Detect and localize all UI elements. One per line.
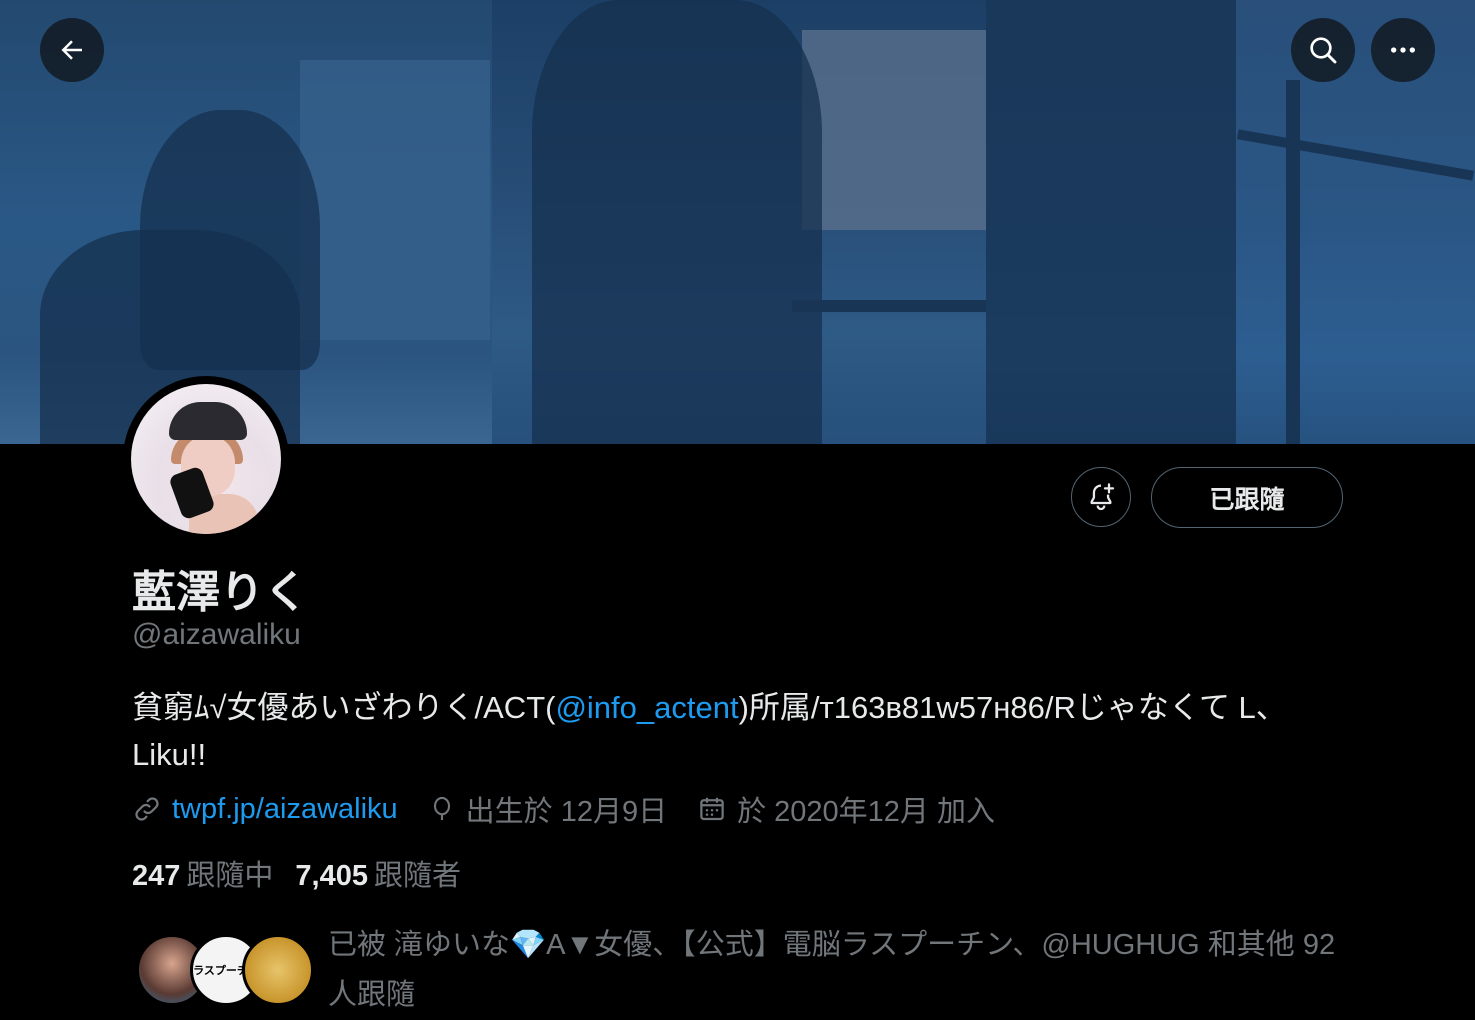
link-icon <box>135 797 159 821</box>
bio-mention-link[interactable]: @info_actent <box>555 690 738 725</box>
bell-plus-icon <box>1090 483 1115 511</box>
birthday-item: 出生於 12月9日 <box>428 788 667 830</box>
following-stat[interactable]: 247 跟隨中 <box>132 852 273 894</box>
following-count: 247 <box>132 860 181 892</box>
calendar-icon <box>700 797 724 821</box>
followers-you-know-text: 已被 滝ゆいな💎A▼女優、【公式】電脳ラスプーチン、@HUGHUG 和其他 92… <box>328 929 1336 1011</box>
search-button[interactable] <box>1291 18 1355 82</box>
more-horizontal-icon <box>1391 47 1415 53</box>
following-button[interactable]: 已跟隨 <box>1151 467 1343 528</box>
birthday-text: 出生於 12月9日 <box>465 796 668 828</box>
display-name: 藍澤りく <box>132 568 308 617</box>
back-button[interactable] <box>40 18 104 82</box>
balloon-icon <box>433 796 450 821</box>
followers-count: 7,405 <box>295 860 368 892</box>
search-icon <box>1310 37 1337 64</box>
followers-label: 跟隨者 <box>373 860 461 892</box>
notifications-button[interactable] <box>1071 467 1131 527</box>
website-item[interactable]: twpf.jp/aizawaliku <box>132 793 398 826</box>
user-handle: @aizawaliku <box>132 618 301 651</box>
following-label: 跟隨中 <box>186 860 274 892</box>
avatar-image <box>131 384 281 534</box>
banner-panel-middle <box>492 0 986 444</box>
follower-avatar <box>242 934 314 1006</box>
joined-text: 於 2020年12月 加入 <box>737 796 995 828</box>
profile-meta: twpf.jp/aizawaliku 出生於 12月9日 於 2020年12月 … <box>132 789 1025 829</box>
arrow-left-icon <box>61 40 82 60</box>
website-link[interactable]: twpf.jp/aizawaliku <box>172 793 398 826</box>
follow-stats: 247 跟隨中 7,405 跟隨者 <box>132 852 483 894</box>
profile-avatar[interactable] <box>123 376 289 542</box>
more-button[interactable] <box>1371 18 1435 82</box>
profile-bio: 貧窮ﾑ√女優あいざわりく/ACT(@info_actent)所属/т163в81… <box>132 684 1332 778</box>
followers-stat[interactable]: 7,405 跟隨者 <box>295 852 461 894</box>
bio-text: 貧窮ﾑ√女優あいざわりく/ACT( <box>132 690 556 725</box>
joined-item: 於 2020年12月 加入 <box>697 788 995 830</box>
